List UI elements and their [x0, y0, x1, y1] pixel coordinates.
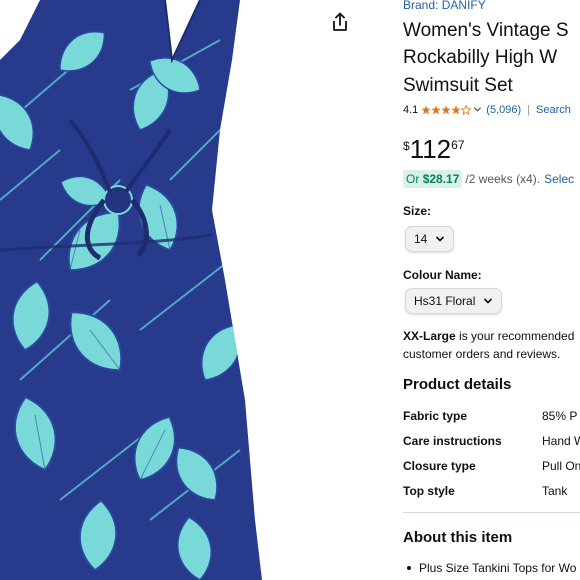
share-button[interactable] [326, 8, 354, 36]
chevron-down-icon [474, 107, 482, 112]
size-dropdown[interactable]: 14 [405, 226, 455, 252]
size-recommendation: XX-Large is your recommended [403, 327, 574, 345]
installment-offer: Or $28.17 /2 weeks (x4). Selec [403, 170, 574, 188]
product-image-pane [0, 0, 362, 580]
share-icon [333, 12, 347, 31]
product-image [0, 0, 262, 580]
detail-value-closure: Pull On [542, 459, 580, 473]
installment-amount: $28.17 [422, 172, 460, 186]
brand-link[interactable]: Brand: DANIFY [403, 0, 486, 12]
product-details-heading: Product details [403, 376, 512, 393]
detail-key-top-style: Top style [403, 484, 455, 498]
product-title-line-1: Women's Vintage S [403, 20, 569, 41]
detail-key-closure: Closure type [403, 459, 476, 473]
price-fraction: 67 [451, 138, 465, 152]
installment-terms: /2 weeks (x4). [465, 172, 541, 186]
product-title-line-2: Rockabilly High W [403, 47, 558, 68]
installment-pill: Or $28.17 [403, 170, 463, 188]
rating-value: 4.1 [403, 104, 419, 116]
star-rating[interactable] [421, 105, 482, 115]
divider-bar: | [527, 104, 531, 116]
price: $ 112 67 [403, 134, 465, 164]
star-icon [441, 105, 451, 115]
price-whole: 112 [409, 134, 452, 164]
size-label: Size: [403, 204, 432, 218]
about-bullet: Plus Size Tankini Tops for Wo [407, 561, 576, 575]
chevron-down-icon [436, 236, 445, 242]
star-icon [421, 105, 431, 115]
recommendation-text: is your recommended [455, 329, 575, 343]
bullet-dot [407, 566, 411, 570]
search-reviews-link[interactable]: Search [536, 104, 571, 116]
rating-row: 4.1 (5,096) | Search [403, 104, 571, 116]
detail-value-fabric: 85% P [542, 409, 578, 423]
product-title-line-3: Swimsuit Set [403, 75, 513, 96]
recommendation-line-2: customer orders and reviews. [403, 347, 561, 361]
detail-key-care: Care instructions [403, 434, 502, 448]
detail-value-top-style: Tank [542, 484, 568, 498]
ratings-count-link[interactable]: (5,096) [486, 104, 521, 116]
star-icon [451, 105, 461, 115]
about-heading: About this item [403, 529, 513, 546]
star-icon-empty [461, 105, 472, 115]
star-icon [431, 105, 441, 115]
detail-value-care: Hand W [542, 434, 580, 448]
section-divider [403, 512, 580, 513]
product-detail-column: Brand: DANIFY Women's Vintage S Rockabil… [403, 0, 580, 580]
colour-value: Hs31 Floral [414, 294, 476, 308]
installment-select-link[interactable]: Selec [544, 172, 574, 186]
colour-label: Colour Name: [403, 268, 482, 282]
colour-dropdown[interactable]: Hs31 Floral [405, 288, 503, 314]
about-bullet-text: Plus Size Tankini Tops for Wo [419, 561, 577, 575]
size-value: 14 [414, 232, 428, 246]
chevron-down-icon [484, 298, 493, 304]
recommended-size: XX-Large [403, 329, 456, 343]
price-currency: $ [403, 139, 410, 153]
installment-prefix: Or [406, 172, 420, 186]
detail-key-fabric: Fabric type [403, 409, 468, 423]
